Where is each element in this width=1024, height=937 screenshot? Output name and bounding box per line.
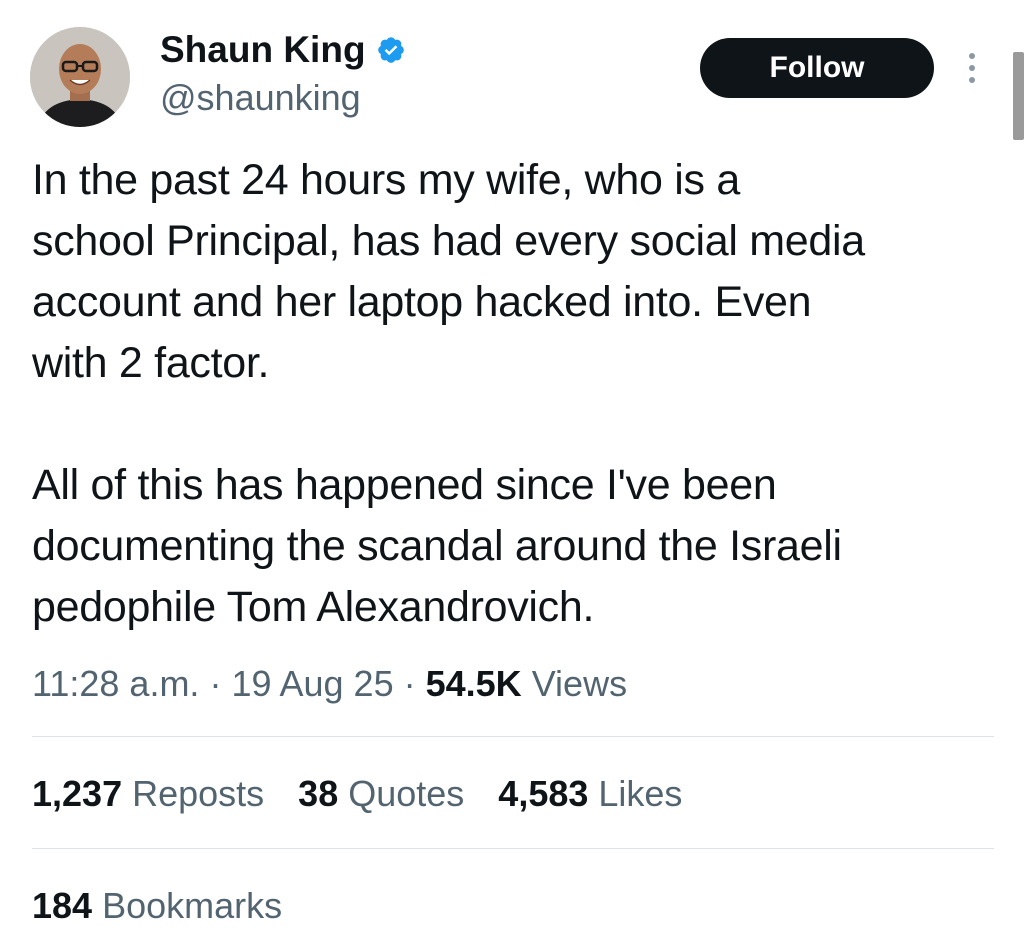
quotes-count: 38 (298, 773, 339, 814)
tweet-line: documenting the scandal around the Israe… (32, 522, 842, 570)
follow-button[interactable]: Follow (700, 38, 934, 98)
bookmarks-stat[interactable]: 184 Bookmarks (32, 882, 282, 930)
tweet-line: In the past 24 hours my wife, who is a (32, 156, 741, 204)
bookmarks-label: Bookmarks (92, 885, 283, 926)
reposts-label: Reposts (122, 773, 265, 814)
meta-separator: · (199, 663, 232, 704)
tweet-line: All of this has happened since I've been (32, 461, 777, 509)
scrollbar-thumb[interactable] (1013, 52, 1024, 140)
tweet-detail-page: Shaun King @shaunking Follow In the past… (0, 0, 1024, 937)
tweet-line: account and her laptop hacked into. Even (32, 278, 812, 326)
likes-stat[interactable]: 4,583 Likes (498, 770, 682, 818)
likes-label: Likes (588, 773, 683, 814)
verified-badge-icon (376, 35, 406, 65)
more-dot (969, 77, 975, 83)
tweet-meta: 11:28 a.m. · 19 Aug 25 · 54.5K Views (32, 660, 627, 708)
bookmarks-count: 184 (32, 885, 93, 926)
tweet-date[interactable]: 19 Aug 25 (231, 663, 393, 704)
more-dot (969, 53, 975, 59)
views-count: 54.5K (425, 663, 522, 704)
quotes-label: Quotes (338, 773, 465, 814)
tweet-text: In the past 24 hours my wife, who is a s… (32, 150, 1007, 638)
author-name-row[interactable]: Shaun King (160, 28, 406, 72)
tweet-line: with 2 factor. (32, 339, 270, 387)
more-vertical-icon[interactable] (958, 46, 986, 90)
meta-separator: · (393, 663, 426, 704)
engagement-stats: 1,237 Reposts 38 Quotes 4,583 Likes (32, 770, 682, 818)
more-dot (969, 65, 975, 71)
author-handle[interactable]: @shaunking (160, 76, 361, 120)
tweet-line: pedophile Tom Alexandrovich. (32, 583, 595, 631)
reposts-stat[interactable]: 1,237 Reposts (32, 770, 264, 818)
quotes-stat[interactable]: 38 Quotes (298, 770, 464, 818)
avatar-photo (30, 27, 130, 127)
reposts-count: 1,237 (32, 773, 123, 814)
tweet-line: school Principal, has had every social m… (32, 217, 865, 265)
views-label: Views (521, 663, 628, 704)
tweet-time[interactable]: 11:28 a.m. (32, 663, 199, 704)
divider (32, 736, 994, 737)
likes-count: 4,583 (498, 773, 589, 814)
divider (32, 848, 994, 849)
avatar[interactable] (30, 27, 130, 127)
author-display-name[interactable]: Shaun King (160, 28, 366, 72)
